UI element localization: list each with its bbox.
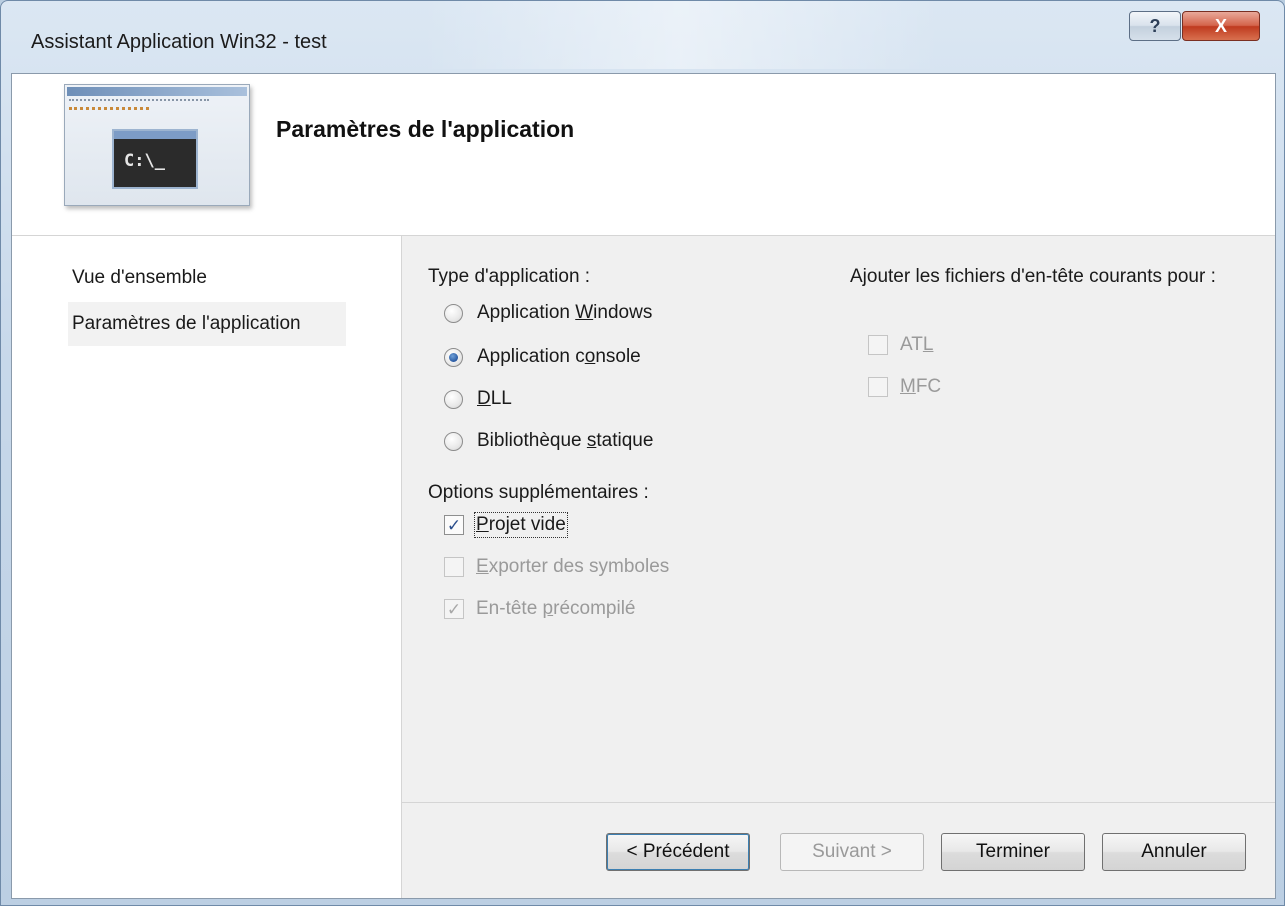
previous-button[interactable]: < Précédent xyxy=(606,833,750,871)
close-button[interactable]: X xyxy=(1182,11,1260,41)
next-button[interactable]: Suivant > xyxy=(780,833,924,871)
check-mark-icon: ✓ xyxy=(446,599,462,619)
checkbox-label: Exporter des symboles xyxy=(476,556,670,577)
radio-label: Application console xyxy=(477,346,641,367)
nav-item-application-settings[interactable]: Paramètres de l'application xyxy=(68,302,346,346)
checkbox-checked[interactable]: ✓ xyxy=(444,515,464,535)
checkbox-disabled[interactable] xyxy=(868,377,888,397)
checkbox-precompiled-header[interactable]: ✓ En-tête précompilé xyxy=(444,594,636,624)
checkbox-label: En-tête précompilé xyxy=(476,598,636,619)
help-icon: ? xyxy=(1149,15,1161,36)
extra-options-label: Options supplémentaires : xyxy=(428,482,649,503)
radio-application-windows[interactable]: Application Windows xyxy=(444,298,652,328)
radio-label: DLL xyxy=(477,388,512,409)
common-headers-label: Ajouter les fichiers d'en-tête courants … xyxy=(850,266,1216,287)
help-button[interactable]: ? xyxy=(1129,11,1181,41)
settings-panel: Type d'application : Application Windows… xyxy=(402,236,1275,802)
checkbox-empty-project[interactable]: ✓ Projet vide xyxy=(444,510,568,540)
window-title: Assistant Application Win32 - test xyxy=(31,31,327,53)
radio-dll[interactable]: DLL xyxy=(444,384,512,414)
finish-button[interactable]: Terminer xyxy=(941,833,1085,871)
checkbox-label: Projet vide xyxy=(474,512,568,538)
button-bar: < Précédent Suivant > Terminer Annuler xyxy=(402,802,1275,898)
checkbox-mfc[interactable]: MFC xyxy=(868,372,941,402)
cancel-button[interactable]: Annuler xyxy=(1102,833,1246,871)
radio-button[interactable] xyxy=(444,303,463,323)
application-type-label: Type d'application : xyxy=(428,266,591,287)
thumbnail-console-window: C:\_ xyxy=(112,129,198,189)
checkbox-disabled[interactable] xyxy=(868,335,888,355)
window-frame: Assistant Application Win32 - test ? X C… xyxy=(0,0,1285,906)
thumbnail-console-titlebar xyxy=(114,131,196,139)
checkbox-atl[interactable]: ATL xyxy=(868,330,933,360)
checkbox-export-symbols[interactable]: Exporter des symboles xyxy=(444,552,669,582)
radio-button[interactable] xyxy=(444,389,463,409)
checkbox-disabled-checked[interactable]: ✓ xyxy=(444,599,464,619)
check-mark-icon: ✓ xyxy=(446,515,462,535)
radio-button[interactable] xyxy=(444,431,463,451)
close-icon: X xyxy=(1214,15,1227,36)
thumbnail-console-prompt: C:\_ xyxy=(124,151,165,171)
radio-label: Application Windows xyxy=(477,302,653,323)
dialog-client-area: C:\_ Paramètres de l'application Vue d'e… xyxy=(11,73,1276,899)
checkbox-disabled[interactable] xyxy=(444,557,464,577)
radio-application-console[interactable]: Application console xyxy=(444,342,641,372)
radio-button-selected[interactable] xyxy=(444,347,463,367)
wizard-header: C:\_ Paramètres de l'application xyxy=(12,74,1275,236)
console-app-thumbnail-icon: C:\_ xyxy=(64,84,250,206)
checkbox-label: MFC xyxy=(900,376,942,397)
page-title: Paramètres de l'application xyxy=(276,116,575,142)
radio-static-library[interactable]: Bibliothèque statique xyxy=(444,426,653,456)
nav-item-overview[interactable]: Vue d'ensemble xyxy=(68,256,346,300)
wizard-navigation: Vue d'ensemble Paramètres de l'applicati… xyxy=(12,236,402,898)
title-bar[interactable]: Assistant Application Win32 - test ? X xyxy=(1,1,1285,73)
thumbnail-menubar xyxy=(69,99,209,103)
radio-label: Bibliothèque statique xyxy=(477,430,654,451)
thumbnail-titlebar xyxy=(67,87,247,96)
checkbox-label: ATL xyxy=(900,334,934,355)
thumbnail-toolbar xyxy=(69,107,149,111)
